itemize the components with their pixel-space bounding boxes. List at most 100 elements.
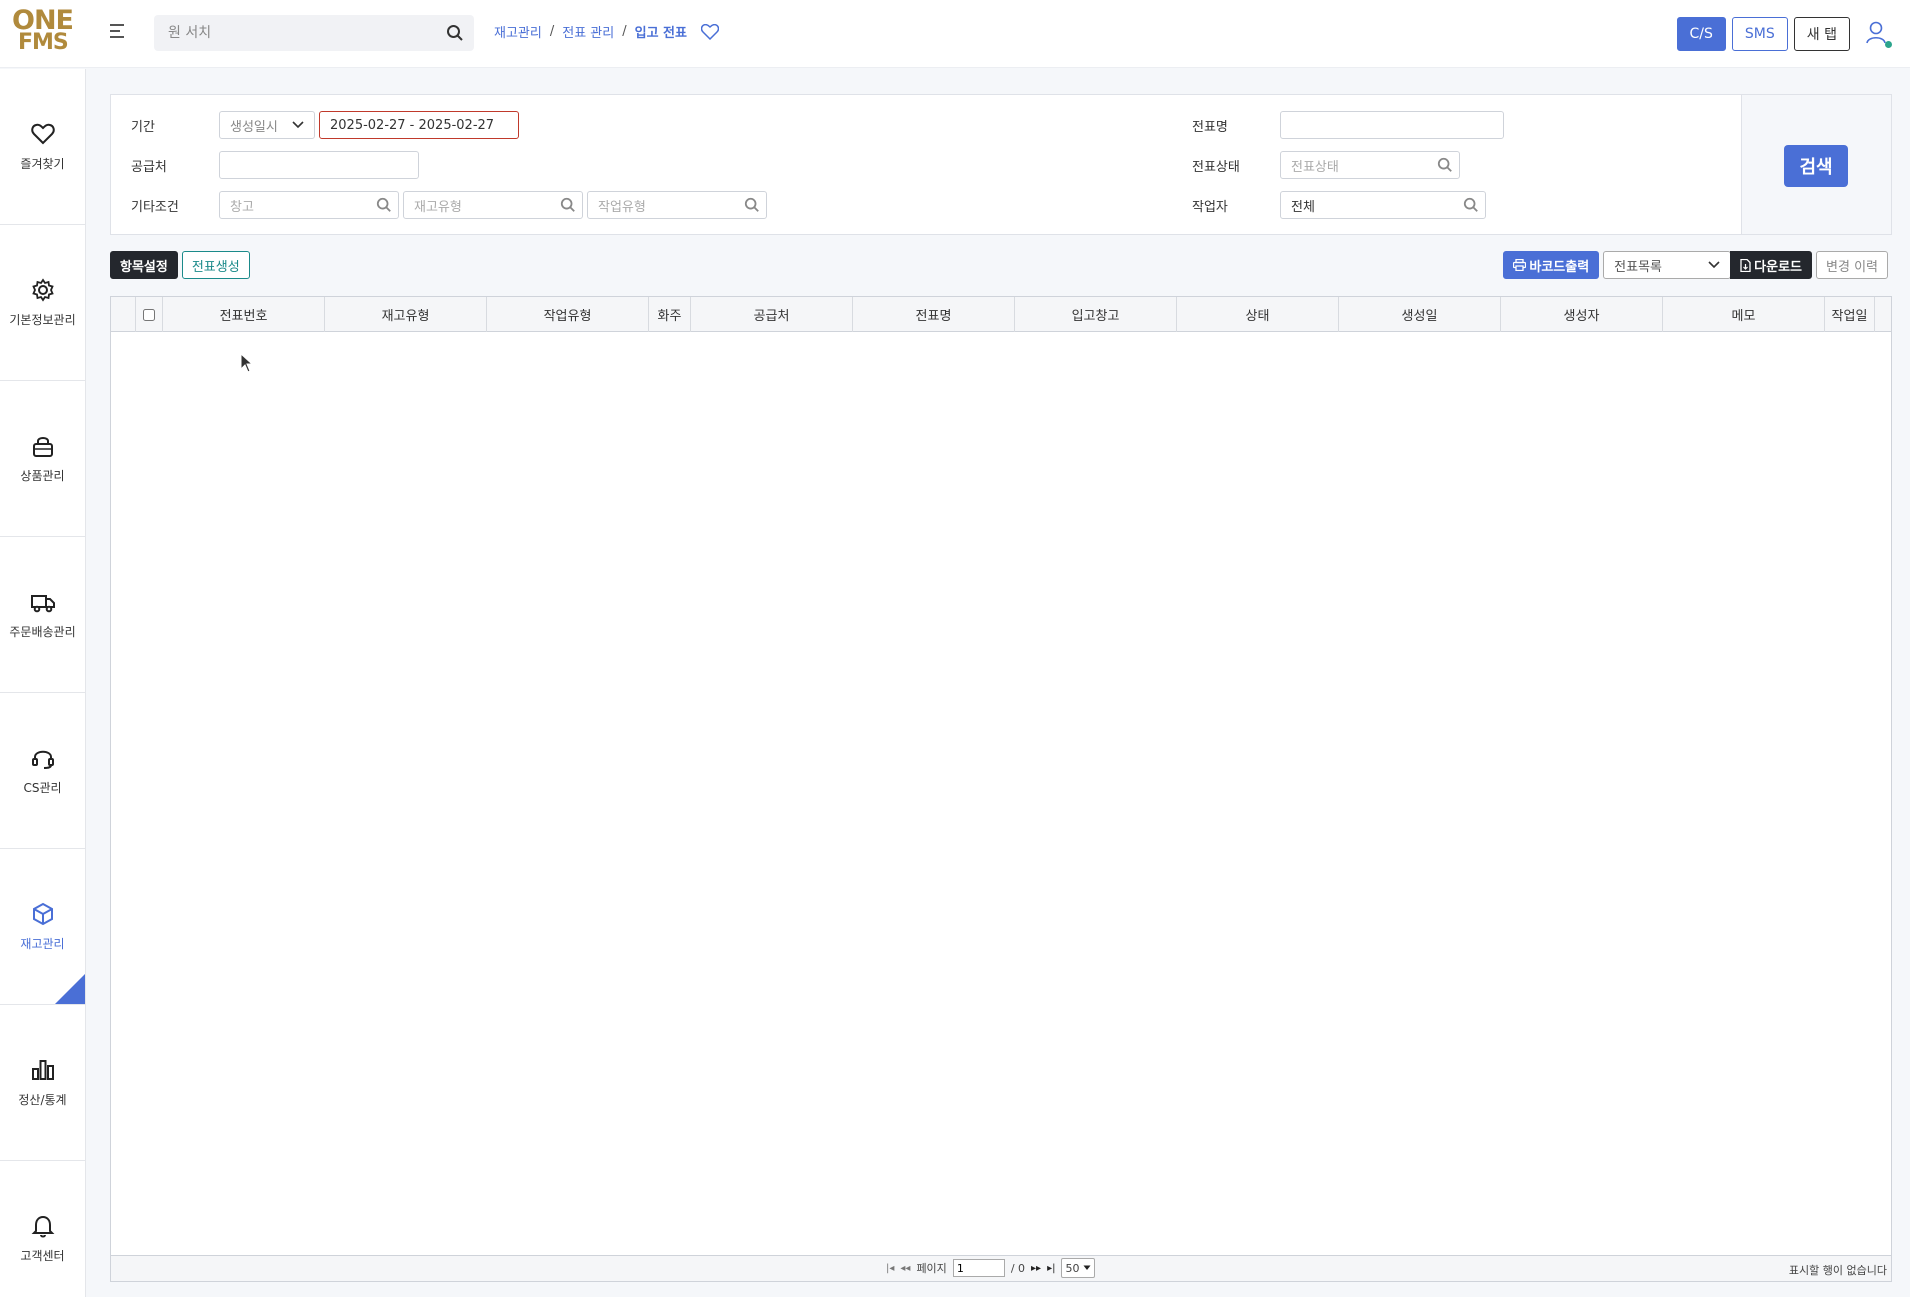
period-type-value: 생성일시 (230, 119, 278, 135)
filter-row-slip-status: 전표상태 전표상태 (1192, 151, 1460, 179)
worker-input[interactable]: 전체 (1280, 191, 1486, 219)
menu-toggle-icon[interactable] (110, 24, 128, 42)
search-icon[interactable] (560, 197, 576, 213)
sidebar-item-inventory[interactable]: 재고관리 (0, 849, 85, 1005)
slip-status-input[interactable]: 전표상태 (1280, 151, 1460, 179)
page-label: 페이지 (916, 1262, 947, 1275)
grid-column-header[interactable]: 화주 (649, 297, 691, 332)
grid-column-header[interactable]: 재고유형 (325, 297, 487, 332)
page-size-select[interactable]: 50 (1061, 1258, 1096, 1278)
grid-column-header[interactable]: 생성자 (1501, 297, 1663, 332)
favorite-heart-icon[interactable] (700, 23, 719, 40)
create-slip-button[interactable]: 전표생성 (181, 251, 250, 279)
first-page-icon[interactable]: |◂ (886, 1263, 894, 1274)
slip-status-placeholder: 전표상태 (1291, 159, 1339, 175)
sidebar-item-label: CS관리 (23, 781, 62, 795)
grid-column-header[interactable]: 작업일 (1825, 297, 1875, 332)
grid-column-header[interactable]: 공급처 (691, 297, 853, 332)
chevron-down-icon (1708, 261, 1720, 269)
grid-column-header[interactable]: 상태 (1177, 297, 1339, 332)
sidebar-item-cs[interactable]: CS관리 (0, 693, 85, 849)
supplier-input[interactable] (219, 151, 419, 179)
search-filter-panel: 기간 생성일시 2025-02-27 - 2025-02-27 공급처 기타조건… (110, 94, 1892, 235)
grid-column-header[interactable]: 입고창고 (1015, 297, 1177, 332)
grid-toolbar-left: 항목설정 전표생성 (110, 251, 250, 279)
sidebar-item-label: 주문배송관리 (9, 625, 76, 639)
filter-row-worker: 작업자 전체 (1192, 191, 1486, 219)
printer-icon (1513, 259, 1527, 271)
page-size-value: 50 (1065, 1261, 1080, 1275)
grid-column-header[interactable]: 생성일 (1339, 297, 1501, 332)
user-avatar-icon[interactable] (1862, 18, 1892, 48)
stock-type-placeholder: 재고유형 (414, 199, 462, 215)
change-history-button[interactable]: 변경 이력 (1816, 251, 1888, 279)
prev-page-icon[interactable]: ◂◂ (900, 1263, 910, 1274)
app-logo[interactable]: ONE FMS (12, 7, 74, 58)
new-tab-button[interactable]: 새 탭 (1793, 17, 1850, 51)
grid-column-header[interactable]: 전표명 (853, 297, 1015, 332)
slip-name-input[interactable] (1280, 111, 1504, 139)
download-button[interactable]: 다운로드 (1730, 251, 1813, 279)
grid-column-header[interactable]: 작업유형 (487, 297, 649, 332)
stock-type-input[interactable]: 재고유형 (403, 191, 583, 219)
top-header: ONE FMS 재고관리 / 전표 관리 / 입고 전표 C/S SMS 새 탭 (0, 0, 1910, 68)
last-page-icon[interactable]: ▸| (1047, 1263, 1055, 1274)
sidebar-item-products[interactable]: 상품관리 (0, 381, 85, 537)
slip-status-label: 전표상태 (1192, 159, 1240, 175)
sidebar-item-order-delivery[interactable]: 주문배송관리 (0, 537, 85, 693)
column-settings-button[interactable]: 항목설정 (110, 251, 178, 279)
search-icon[interactable] (744, 197, 760, 213)
bell-icon (31, 1215, 54, 1238)
chevron-down-icon (292, 121, 304, 129)
search-icon[interactable] (376, 197, 392, 213)
grid-column-header[interactable]: 전표번호 (163, 297, 325, 332)
warehouse-input[interactable]: 창고 (219, 191, 399, 219)
slip-list-select-value: 전표목록 (1614, 259, 1663, 275)
search-button[interactable]: 검색 (1784, 145, 1848, 187)
sidebar-item-basic-info[interactable]: 기본정보관리 (0, 225, 85, 381)
filter-row-slip-name: 전표명 (1192, 111, 1504, 139)
download-label: 다운로드 (1754, 259, 1803, 275)
sms-button[interactable]: SMS (1731, 17, 1788, 51)
period-type-select[interactable]: 생성일시 (219, 111, 315, 139)
warehouse-placeholder: 창고 (230, 199, 254, 215)
sidebar-item-customer-center[interactable]: 고객센터 (0, 1161, 85, 1297)
date-range-value: 2025-02-27 - 2025-02-27 (330, 117, 495, 133)
breadcrumb-item-slip-management[interactable]: 전표 관리 (562, 22, 614, 41)
cs-button[interactable]: C/S (1676, 17, 1726, 51)
filter-row-period: 기간 생성일시 2025-02-27 - 2025-02-27 (131, 111, 519, 139)
barcode-print-button[interactable]: 바코드출력 (1503, 251, 1600, 279)
page-number-input[interactable] (952, 1259, 1005, 1277)
search-icon[interactable] (1463, 197, 1479, 213)
global-search-input[interactable] (154, 15, 424, 51)
next-page-icon[interactable]: ▸▸ (1031, 1263, 1041, 1274)
search-icon[interactable] (446, 24, 464, 46)
slip-list-select[interactable]: 전표목록 (1603, 251, 1732, 279)
logo-text-bottom: FMS (18, 30, 69, 55)
filter-row-supplier: 공급처 (131, 151, 419, 179)
grid-column-header[interactable]: 메모 (1663, 297, 1825, 332)
breadcrumb-separator: / (622, 24, 627, 39)
slip-name-label: 전표명 (1192, 119, 1228, 135)
select-all-checkbox[interactable] (143, 308, 155, 321)
grid-header: 전표번호 재고유형 작업유형 화주 공급처 전표명 입고창고 상태 생성일 생성… (111, 297, 1891, 332)
mouse-cursor-icon (240, 352, 254, 377)
sidebar-item-favorites[interactable]: 즐겨찾기 (0, 69, 85, 225)
grid-footer-pager: |◂ ◂◂ 페이지 / 0 ▸▸ ▸| 50 표시할 행이 없습니다 (111, 1255, 1891, 1281)
search-button-area: 검색 (1741, 95, 1891, 234)
breadcrumb-item-inventory[interactable]: 재고관리 (494, 22, 542, 41)
breadcrumb-separator: / (549, 24, 555, 39)
sidebar-item-settlement-stats[interactable]: 정산/통계 (0, 1005, 85, 1161)
file-download-icon (1740, 258, 1751, 272)
barcode-print-label: 바코드출력 (1529, 259, 1590, 275)
search-icon[interactable] (1437, 157, 1453, 173)
etc-condition-label: 기타조건 (131, 199, 179, 215)
sidebar-item-label: 고객센터 (20, 1249, 65, 1263)
headset-icon (31, 750, 54, 769)
box-icon (32, 902, 53, 926)
work-type-input[interactable]: 작업유형 (587, 191, 767, 219)
sidebar-item-label: 재고관리 (20, 937, 65, 951)
date-range-input[interactable]: 2025-02-27 - 2025-02-27 (319, 111, 519, 139)
period-label: 기간 (131, 119, 155, 135)
total-pages: / 0 (1010, 1261, 1026, 1275)
